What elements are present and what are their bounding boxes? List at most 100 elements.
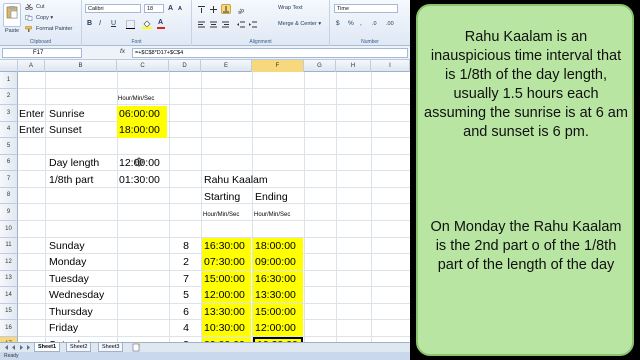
start-time-cell[interactable]: 13:30:00 (202, 303, 251, 320)
insert-function-button[interactable]: fx (120, 48, 125, 55)
align-bottom-button[interactable] (221, 4, 231, 14)
font-size-select[interactable]: 18 (144, 4, 164, 13)
align-top-icon[interactable] (197, 5, 206, 14)
cell-f9[interactable]: Ending (255, 189, 288, 205)
cell-c3[interactable]: Hour/Min/Sec (118, 95, 154, 103)
sheet-tab-2[interactable]: Sheet2 (66, 343, 92, 352)
new-sheet-icon[interactable] (132, 343, 141, 352)
row-header[interactable]: 12 (0, 254, 18, 271)
row-header[interactable]: 10 (0, 220, 18, 238)
grow-font-button[interactable]: A (168, 5, 173, 12)
row-header[interactable]: 13 (0, 270, 18, 287)
row-header[interactable]: 7 (0, 171, 18, 188)
column-header-c[interactable]: C (117, 60, 169, 72)
part-cell[interactable]: 4 (169, 320, 189, 336)
cell-b4[interactable]: Sunrise (49, 106, 85, 122)
part-cell[interactable]: 6 (169, 304, 189, 320)
cell-e8[interactable]: Rahu Kaalam (204, 172, 268, 188)
name-box[interactable]: F17 (2, 48, 82, 58)
row-header[interactable]: 8 (0, 187, 18, 204)
day-cell[interactable]: Tuesday (49, 271, 89, 287)
merge-center-button[interactable]: Merge & Center ▾ (278, 21, 321, 27)
end-time-cell[interactable]: 16:30:00 (253, 270, 303, 287)
format-painter-button[interactable]: Format Painter (36, 26, 72, 32)
start-time-cell[interactable]: 07:30:00 (202, 254, 251, 270)
part-cell[interactable]: 7 (169, 271, 189, 287)
part-cell[interactable]: 2 (169, 254, 189, 270)
column-header-g[interactable]: G (304, 60, 336, 72)
part-cell[interactable]: 8 (169, 238, 189, 254)
formula-input[interactable]: =+$C$8*D17+$C$4 (132, 48, 408, 58)
day-cell[interactable]: Wednesday (49, 287, 104, 303)
bold-button[interactable]: B (87, 20, 92, 27)
increase-indent-icon[interactable] (249, 20, 258, 29)
part-cell[interactable]: 5 (169, 287, 189, 303)
row-header[interactable]: 15 (0, 303, 18, 320)
end-time-cell[interactable]: 12:00:00 (253, 320, 303, 336)
start-time-cell[interactable]: 16:30:00 (202, 237, 251, 254)
comma-button[interactable]: , (360, 20, 362, 27)
fill-color-icon[interactable] (142, 19, 152, 29)
row-header[interactable]: 5 (0, 138, 18, 155)
column-header-i[interactable]: I (371, 60, 410, 72)
italic-button[interactable]: I (99, 20, 101, 27)
column-header-a[interactable]: A (18, 60, 45, 72)
end-time-cell[interactable]: 09:00:00 (253, 254, 303, 270)
decrease-decimal-button[interactable]: .00 (386, 21, 394, 27)
row-header[interactable]: 3 (0, 105, 18, 122)
cell-a5[interactable]: Enter (19, 122, 44, 138)
cell-c5[interactable]: 18:00:00 (117, 122, 167, 138)
currency-button[interactable]: $ (336, 20, 340, 27)
column-header-e[interactable]: E (201, 60, 252, 72)
start-time-cell[interactable]: 12:00:00 (202, 287, 251, 303)
borders-icon[interactable] (126, 20, 135, 29)
column-header-f[interactable]: F (252, 60, 304, 72)
row-header[interactable]: 14 (0, 287, 18, 304)
number-format-select[interactable]: Time (334, 4, 398, 13)
day-cell[interactable]: Monday (49, 254, 86, 270)
align-left-icon[interactable] (197, 20, 206, 29)
cell-a4[interactable]: Enter (19, 106, 44, 122)
cell-c8[interactable]: 01:30:00 (119, 172, 160, 188)
column-header-h[interactable]: H (336, 60, 371, 72)
row-header[interactable]: 1 (0, 72, 18, 89)
tab-scroll-icon[interactable] (2, 343, 32, 352)
underline-button[interactable]: U (111, 20, 116, 27)
cell-e10[interactable]: Hour/Min/Sec (203, 211, 239, 219)
start-time-cell[interactable]: 10:30:00 (202, 320, 251, 336)
cell-f10[interactable]: Hour/Min/Sec (254, 211, 290, 219)
row-header[interactable]: 6 (0, 154, 18, 171)
sheet-tab-1[interactable]: Sheet1 (34, 343, 61, 352)
cell-e9[interactable]: Starting (204, 189, 240, 205)
row-header[interactable]: 2 (0, 88, 18, 105)
day-cell[interactable]: Sunday (49, 238, 85, 254)
wrap-text-button[interactable]: Wrap Text (278, 5, 303, 11)
cell-b5[interactable]: Sunset (49, 122, 82, 138)
end-time-cell[interactable]: 18:00:00 (253, 237, 303, 254)
font-name-select[interactable]: Calibri (85, 4, 141, 13)
cell-b7[interactable]: Day length (49, 155, 99, 171)
cell-b8[interactable]: 1/8th part (49, 172, 93, 188)
column-header-b[interactable]: B (45, 60, 117, 72)
day-cell[interactable]: Thursday (49, 304, 93, 320)
row-header[interactable]: 16 (0, 320, 18, 337)
column-header-d[interactable]: D (169, 60, 201, 72)
shrink-font-button[interactable]: A (178, 6, 182, 12)
align-middle-icon[interactable] (209, 5, 218, 14)
cell-c4[interactable]: 06:00:00 (117, 106, 167, 122)
row-header[interactable]: 4 (0, 121, 18, 138)
end-time-cell[interactable]: 13:30:00 (253, 287, 303, 303)
start-time-cell[interactable]: 15:00:00 (202, 270, 251, 287)
align-center-icon[interactable] (209, 20, 218, 29)
cut-button[interactable]: Cut (36, 4, 45, 10)
day-cell[interactable]: Friday (49, 320, 78, 336)
increase-decimal-button[interactable]: .0 (372, 21, 377, 27)
worksheet-grid[interactable]: A B C D E F G H I 1 2 3 4 5 6 7 8 9 10 11 12 13 14 15 1… (0, 60, 410, 354)
row-header[interactable]: 9 (0, 204, 18, 221)
orientation-icon[interactable]: ab (237, 5, 247, 14)
sheet-tab-3[interactable]: Sheet3 (98, 343, 124, 352)
select-all-corner[interactable] (0, 60, 18, 72)
align-right-icon[interactable] (221, 20, 230, 29)
end-time-cell[interactable]: 15:00:00 (253, 303, 303, 320)
percent-button[interactable]: % (348, 20, 354, 27)
